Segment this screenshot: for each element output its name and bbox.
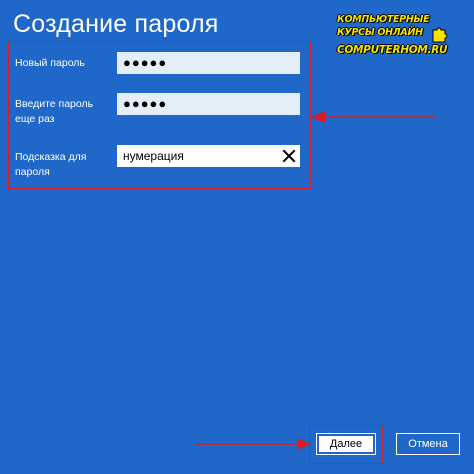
- watermark-line: КОМПЬЮТЕРНЫЕ: [337, 14, 430, 25]
- cancel-button[interactable]: Отмена: [396, 433, 460, 455]
- arrow-icon: [195, 438, 311, 450]
- close-icon[interactable]: [281, 148, 297, 164]
- confirm-password-label: Введите пароль еще раз: [15, 97, 93, 127]
- new-password-label: Новый пароль: [15, 57, 85, 69]
- next-button[interactable]: Далее: [316, 433, 376, 455]
- password-hint-label: Подсказка для пароля: [15, 150, 86, 180]
- password-hint-label-line: Подсказка для: [15, 151, 87, 163]
- password-hint-label-line: пароля: [15, 166, 50, 178]
- confirm-password-field[interactable]: ●●●●●: [117, 93, 300, 115]
- confirm-password-label-line: еще раз: [15, 113, 55, 125]
- password-hint-field[interactable]: нумерация: [117, 145, 300, 167]
- arrow-icon: [311, 111, 435, 123]
- page-title: Создание пароля: [13, 10, 219, 38]
- confirm-password-label-line: Введите пароль: [15, 98, 94, 110]
- watermark-line: КУРСЫ ОНЛАЙН: [337, 27, 423, 38]
- new-password-field[interactable]: ●●●●●: [117, 52, 300, 74]
- watermark-line: COMPUTERHOM.RU: [337, 44, 448, 56]
- watermark-logo: КОМПЬЮТЕРНЫЕ КУРСЫ ОНЛАЙН COMPUTERHOM.RU: [337, 14, 467, 62]
- puzzle-icon: [432, 27, 448, 43]
